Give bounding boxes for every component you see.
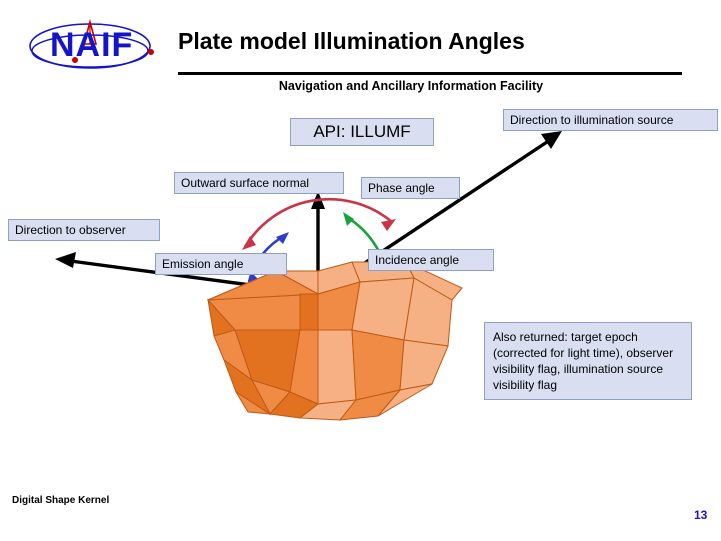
label-direction-to-observer: Direction to observer (8, 219, 160, 241)
logo-text: NAIF (50, 26, 134, 64)
page-subtitle: Navigation and Ancillary Information Fac… (278, 79, 544, 93)
page-title: Plate model Illumination Angles (178, 28, 525, 54)
label-incidence-angle: Incidence angle (368, 249, 494, 271)
naif-logo: NAIF (28, 12, 168, 80)
slide: NAIF Plate model Illumination Angles Nav… (0, 0, 721, 541)
page-number: 13 (694, 508, 708, 522)
label-outward-surface-normal: Outward surface normal (174, 172, 344, 194)
label-also-returned: Also returned: target epoch (corrected f… (484, 322, 692, 400)
phase-angle-arc (242, 197, 396, 250)
title-divider (178, 72, 682, 75)
footer-left-text: Digital Shape Kernel (12, 495, 110, 506)
label-emission-angle: Emission angle (155, 253, 287, 275)
plate-model-shape (207, 260, 463, 421)
surface-normal-arrow (311, 191, 325, 294)
right-angle-marker (314, 279, 344, 305)
label-phase-angle: Phase angle (361, 177, 460, 199)
label-direction-to-illumination-source: Direction to illumination source (503, 109, 718, 131)
label-api-illumf: API: ILLUMF (290, 118, 434, 146)
